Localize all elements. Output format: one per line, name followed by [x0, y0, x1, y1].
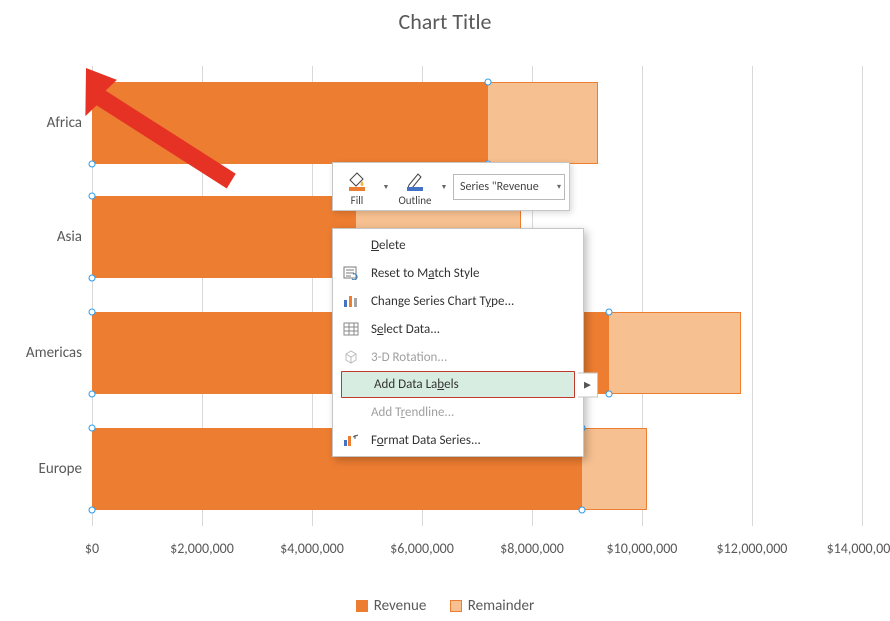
bar-revenue[interactable]	[92, 82, 488, 164]
y-label: Asia	[0, 228, 82, 246]
blank-icon	[341, 236, 361, 254]
selection-handle[interactable]	[605, 309, 612, 316]
reset-style-icon	[341, 264, 361, 282]
legend-item-revenue[interactable]: Revenue	[356, 597, 427, 615]
menu-format-data-series[interactable]: Format Data Series...	[333, 426, 583, 454]
selection-handle[interactable]	[89, 275, 96, 282]
legend-item-remainder[interactable]: Remainder	[450, 597, 534, 615]
mini-format-toolbar: Fill ▼ Outline ▼ Series "Revenue ▾	[332, 162, 570, 211]
submenu-arrow-icon: ▶	[578, 372, 598, 397]
menu-reset-style[interactable]: Reset to Match Style	[333, 259, 583, 287]
x-tick: $0	[85, 540, 99, 557]
fill-dropdown[interactable]: ▼	[381, 182, 391, 191]
context-menu: Delete Reset to Match Style Change Serie…	[332, 228, 584, 457]
table-row	[92, 82, 862, 164]
selection-handle[interactable]	[89, 391, 96, 398]
series-picker[interactable]: Series "Revenue ▾	[453, 174, 565, 200]
legend-label: Revenue	[374, 597, 427, 615]
outline-button[interactable]: Outline	[395, 166, 435, 207]
chart-title[interactable]: Chart Title	[0, 0, 890, 46]
legend-label: Remainder	[468, 597, 534, 615]
x-tick: $2,000,000	[170, 540, 234, 557]
fill-button[interactable]: Fill	[337, 166, 377, 207]
selection-handle[interactable]	[484, 79, 491, 86]
chevron-down-icon: ▾	[557, 182, 561, 192]
menu-add-trendline: Add Trendline...	[333, 398, 583, 426]
x-tick: $8,000,000	[500, 540, 564, 557]
fill-bucket-icon	[343, 168, 371, 194]
chart-type-icon	[341, 292, 361, 310]
selection-handle[interactable]	[89, 309, 96, 316]
selection-handle[interactable]	[89, 79, 96, 86]
x-axis: $0 $2,000,000 $4,000,000 $6,000,000 $8,0…	[92, 540, 862, 562]
x-tick: $10,000,000	[607, 540, 678, 557]
x-tick: $4,000,000	[280, 540, 344, 557]
y-label: Europe	[0, 460, 82, 478]
cube-icon	[341, 348, 361, 366]
outline-pen-icon	[401, 168, 429, 194]
menu-change-chart-type[interactable]: Change Series Chart Type...	[333, 287, 583, 315]
fill-label: Fill	[351, 194, 364, 207]
selection-handle[interactable]	[578, 507, 585, 514]
selection-handle[interactable]	[89, 425, 96, 432]
legend-swatch-icon	[450, 600, 462, 612]
outline-label: Outline	[398, 194, 431, 207]
legend[interactable]: Revenue Remainder	[0, 597, 890, 617]
y-axis-labels: Africa Asia Americas Europe	[0, 66, 88, 526]
blank-icon	[341, 403, 361, 421]
x-tick: $6,000,000	[390, 540, 454, 557]
outline-dropdown[interactable]: ▼	[439, 182, 449, 191]
bar-revenue[interactable]	[92, 196, 356, 278]
x-tick: $14,000,000	[827, 540, 890, 557]
menu-3d-rotation: 3-D Rotation...	[333, 343, 583, 371]
menu-select-data[interactable]: Select Data...	[333, 315, 583, 343]
legend-swatch-icon	[356, 600, 368, 612]
y-label: Africa	[0, 114, 82, 132]
series-picker-text: Series "Revenue	[460, 180, 555, 194]
x-tick: $12,000,000	[717, 540, 788, 557]
select-data-icon	[341, 320, 361, 338]
selection-handle[interactable]	[89, 507, 96, 514]
selection-handle[interactable]	[89, 161, 96, 168]
selection-handle[interactable]	[89, 193, 96, 200]
menu-add-data-labels[interactable]: Add Data Labels ▶	[341, 371, 575, 398]
menu-delete[interactable]: Delete	[333, 231, 583, 259]
y-label: Americas	[0, 344, 82, 362]
format-series-icon	[341, 431, 361, 449]
selection-handle[interactable]	[605, 391, 612, 398]
